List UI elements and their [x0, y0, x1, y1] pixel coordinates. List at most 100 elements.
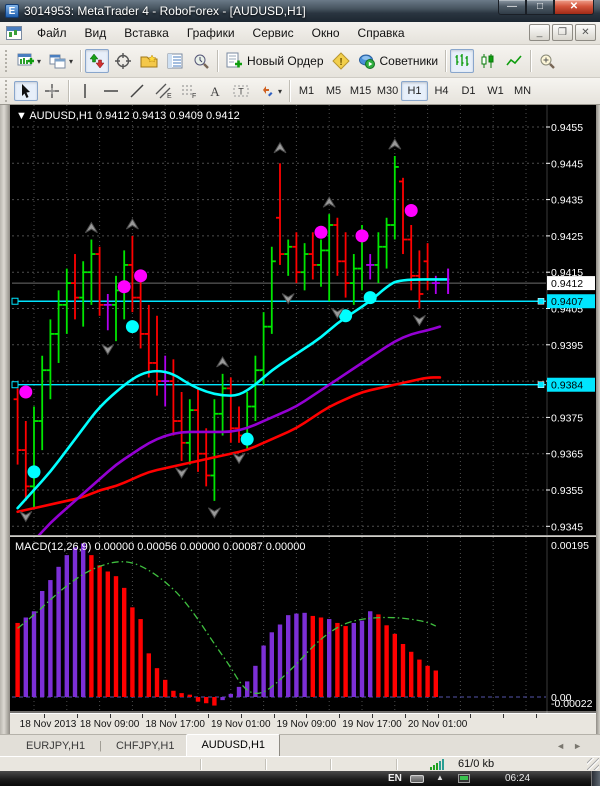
macd-histogram-bar — [97, 565, 102, 697]
vline-button[interactable] — [73, 81, 97, 101]
fibo-button[interactable]: F — [177, 81, 201, 101]
macd-histogram-bar — [343, 626, 348, 697]
zoom-in-button[interactable] — [535, 49, 559, 73]
resize-grip[interactable] — [587, 758, 599, 770]
timeframe-mn[interactable]: MN — [509, 81, 536, 101]
child-restore-button[interactable]: ❐ — [552, 24, 573, 41]
tab-scroll-arrows[interactable]: ◄► — [556, 741, 590, 751]
timeframe-m15[interactable]: M15 — [347, 81, 374, 101]
close-button[interactable]: ✕ — [554, 0, 594, 15]
timeframe-m1[interactable]: M1 — [293, 81, 320, 101]
alert-icon: ! — [331, 52, 350, 70]
child-minimize-button[interactable]: _ — [529, 24, 550, 41]
chevron-down-icon[interactable]: ▾ — [37, 57, 41, 66]
macd-histogram-bar — [72, 547, 78, 697]
profiles-icon — [49, 52, 67, 70]
macd-histogram-bar — [171, 690, 176, 697]
data-window-button[interactable] — [163, 49, 187, 73]
crosshair-target-button[interactable] — [111, 49, 135, 73]
cyan-signal-dot — [27, 465, 41, 479]
chart-client-area: 0.9455 0.9445 0.9435 0.9425 0.9415 0.9405 0.93… — [0, 105, 600, 734]
chart-tab-eurjpy[interactable]: EURJPY,H1 — [14, 737, 97, 756]
macd-histogram-bar — [253, 665, 258, 697]
auto-scroll-button[interactable] — [85, 49, 110, 73]
keyboard-icon[interactable] — [410, 775, 424, 783]
line-chart-icon — [505, 52, 523, 70]
new-order-icon — [225, 52, 243, 70]
toolbar-grip[interactable] — [5, 50, 10, 72]
expert-advisors-button[interactable]: Советники — [355, 49, 442, 73]
templates-button[interactable] — [137, 49, 161, 73]
minimize-button[interactable]: — — [498, 0, 526, 15]
cursor-button[interactable] — [14, 81, 38, 101]
channel-button[interactable]: E — [151, 81, 175, 101]
macd-indicator-panel[interactable]: 0.001950.00-0.00022MACD(12,26,9) 0.00000… — [10, 537, 596, 713]
macd-histogram-bar — [310, 615, 315, 697]
timeframe-m30[interactable]: M30 — [374, 81, 401, 101]
label-button[interactable]: T — [229, 81, 253, 101]
arrows-button[interactable]: ▾ — [255, 81, 285, 101]
menu-0[interactable]: Файл — [28, 23, 76, 43]
text-button[interactable]: A — [203, 81, 227, 101]
window-edge-left — [0, 105, 10, 734]
title-bar[interactable]: E 3014953: MetaTrader 4 - RoboForex - [A… — [0, 0, 600, 22]
bar-chart-button[interactable] — [450, 49, 475, 73]
menu-4[interactable]: Сервис — [244, 23, 303, 43]
macd-histogram-bar — [195, 697, 201, 702]
chevron-down-icon[interactable]: ▾ — [278, 87, 282, 96]
hline-button[interactable] — [99, 81, 123, 101]
line-chart-button[interactable] — [502, 49, 526, 73]
maximize-button[interactable]: □ — [526, 0, 554, 15]
new-order-button[interactable]: Новый Ордер — [222, 49, 326, 73]
chart-tab-chfjpy[interactable]: CHFJPY,H1 — [104, 737, 186, 756]
metatrader-window: E 3014953: MetaTrader 4 - RoboForex - [A… — [0, 0, 600, 786]
trendline-button[interactable] — [125, 81, 149, 101]
timeframe-w1[interactable]: W1 — [482, 81, 509, 101]
language-indicator[interactable]: EN — [388, 773, 402, 784]
macd-histogram-bar — [417, 659, 422, 697]
menu-5[interactable]: Окно — [303, 23, 349, 43]
menu-6[interactable]: Справка — [349, 23, 414, 43]
network-tray-icon[interactable] — [458, 774, 470, 783]
menu-2[interactable]: Вставка — [115, 23, 178, 43]
candlestick-button[interactable] — [476, 49, 500, 73]
price-axis-label: 0.9365 — [551, 449, 583, 461]
profiles-button[interactable]: ▾ — [46, 49, 76, 73]
cyan-signal-dot — [363, 291, 377, 305]
chart-tab-audusd[interactable]: AUDUSD,H1 — [186, 734, 281, 756]
macd-histogram-bar — [392, 633, 397, 697]
tray-expand-icon[interactable]: ▲ — [436, 773, 444, 782]
tab-separator: | — [99, 739, 102, 752]
new-chart-button[interactable]: ▾ — [14, 49, 44, 73]
menu-3[interactable]: Графики — [178, 23, 244, 43]
fibo-icon: F — [180, 82, 198, 100]
magenta-signal-dot — [404, 203, 418, 217]
timeframe-m5[interactable]: M5 — [320, 81, 347, 101]
macd-histogram-bar — [409, 651, 414, 697]
price-chart[interactable]: 0.94550.94450.94350.94250.94150.94050.93… — [10, 105, 596, 535]
child-close-button[interactable]: ✕ — [575, 24, 596, 41]
chevron-down-icon[interactable]: ▾ — [69, 57, 73, 66]
clock: 06:24 — [505, 773, 531, 784]
price-axis-label: 0.9425 — [551, 231, 583, 243]
strategy-tester-button[interactable] — [189, 49, 213, 73]
timeframe-h1[interactable]: H1 — [401, 81, 429, 101]
expert-advisors-label: Советники — [379, 54, 439, 68]
time-axis-label: 18 Nov 17:00 — [145, 719, 205, 730]
show-desktop-button[interactable] — [591, 771, 600, 786]
alert-button[interactable]: ! — [329, 49, 353, 73]
macd-histogram-bar — [318, 617, 324, 697]
time-axis-label: 19 Nov 17:00 — [342, 719, 402, 730]
macd-histogram-bar — [15, 622, 20, 697]
macd-histogram-bar — [359, 620, 365, 697]
svg-text:!: ! — [339, 57, 342, 68]
menu-1[interactable]: Вид — [76, 23, 116, 43]
macd-histogram-bar — [81, 543, 86, 697]
data-window-icon — [166, 52, 184, 70]
crosshair-button[interactable] — [40, 81, 64, 101]
macd-histogram-bar — [384, 625, 389, 697]
macd-histogram-bar — [335, 622, 340, 697]
timeframe-d1[interactable]: D1 — [455, 81, 482, 101]
timeframe-h4[interactable]: H4 — [428, 81, 455, 101]
toolbar-grip[interactable] — [5, 80, 10, 102]
